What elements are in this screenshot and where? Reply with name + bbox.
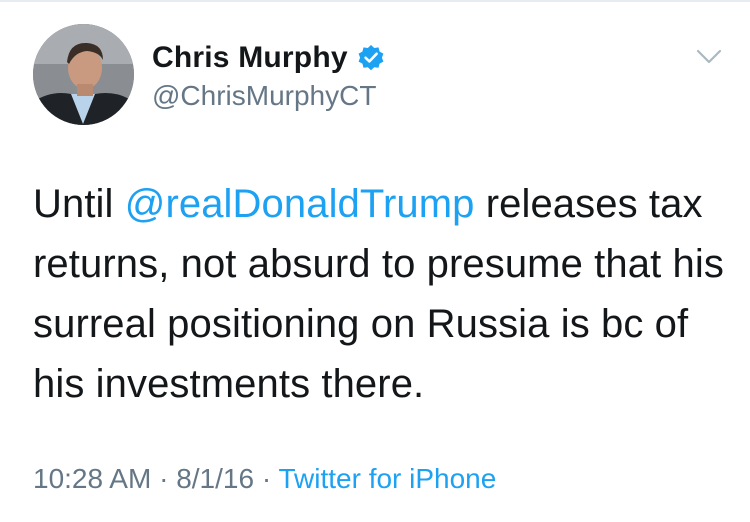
avatar[interactable]: [33, 24, 134, 125]
verified-badge-icon: [357, 44, 385, 72]
tweet-text-lead: Until: [33, 182, 125, 226]
author-name[interactable]: Chris Murphy: [152, 41, 348, 75]
author-handle[interactable]: @ChrisMurphyCT: [152, 80, 376, 112]
tweet-text: Until @realDonaldTrump releases tax retu…: [33, 174, 733, 414]
tweet-date[interactable]: 8/1/16: [176, 463, 254, 494]
tweet-card: Chris Murphy @ChrisMurphyCT Until @realD…: [0, 0, 750, 522]
tweet-time[interactable]: 10:28 AM: [33, 463, 151, 494]
meta-separator-2: ·: [254, 463, 279, 494]
chevron-down-icon[interactable]: [696, 48, 722, 66]
tweet-meta: 10:28 AM · 8/1/16 · Twitter for iPhone: [33, 463, 496, 495]
meta-separator: ·: [151, 463, 177, 494]
tweet-source-link[interactable]: Twitter for iPhone: [278, 463, 496, 494]
author-row: Chris Murphy: [152, 38, 385, 78]
mention-link[interactable]: @realDonaldTrump: [125, 182, 475, 226]
